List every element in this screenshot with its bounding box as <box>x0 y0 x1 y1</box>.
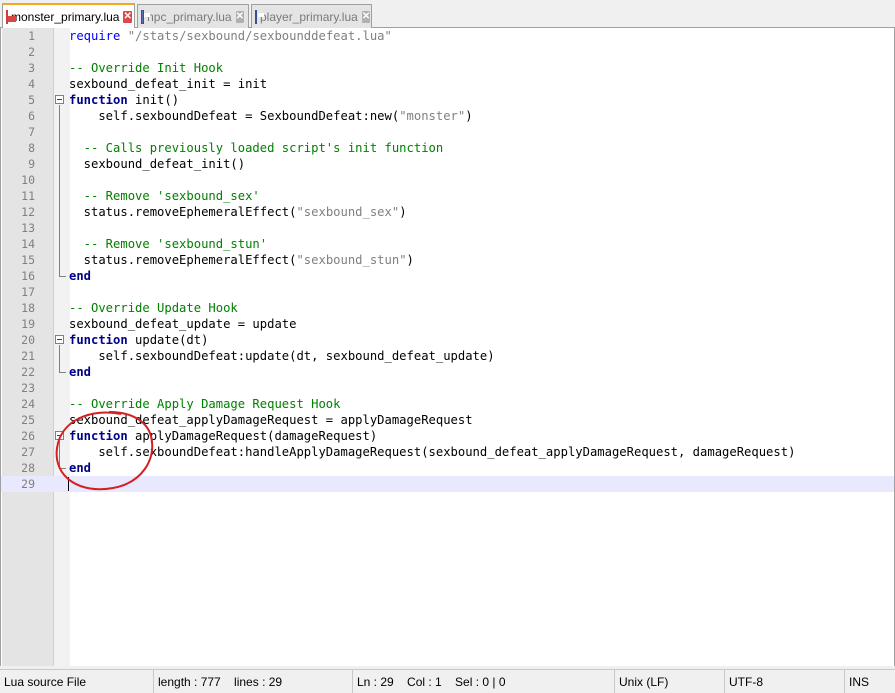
code-line: 23 <box>21 381 35 395</box>
fold-toggle-icon[interactable] <box>55 95 64 104</box>
code-line: 17 <box>21 285 35 299</box>
tab-label: npc_primary.lua <box>147 9 232 24</box>
code-line: 12 status.removeEphemeralEffect("sexboun… <box>21 205 407 219</box>
close-icon[interactable]: ✕ <box>123 11 132 23</box>
code-line: 20 function update(dt) <box>21 333 209 347</box>
lua-file-icon <box>6 10 16 24</box>
fold-guide-end <box>59 468 66 469</box>
code-line: 14 -- Remove 'sexbound_stun' <box>21 237 268 251</box>
code-line: 10 <box>21 173 35 187</box>
code-line: 22 end <box>21 365 92 379</box>
code-line: 28 end <box>21 461 92 475</box>
close-icon[interactable]: ✕ <box>361 10 371 23</box>
tab-label: player_primary.lua <box>260 9 358 24</box>
code-line: 19 sexbound_defeat_update = update <box>21 317 297 331</box>
insert-mode-indicator[interactable]: INS <box>844 670 895 693</box>
encoding-indicator[interactable]: UTF-8 <box>724 670 844 693</box>
text-caret <box>68 477 69 491</box>
status-bar: Lua source File length : 777 lines : 29 … <box>0 669 895 693</box>
code-line: 6 self.sexboundDefeat = SexboundDefeat:n… <box>28 109 473 123</box>
code-line: 18 -- Override Update Hook <box>21 301 238 315</box>
tab-npc-primary[interactable]: npc_primary.lua ✕ <box>137 4 249 28</box>
tab-player-primary[interactable]: player_primary.lua ✕ <box>251 4 372 28</box>
lua-file-icon <box>141 9 151 24</box>
code-line: 7 <box>28 125 35 139</box>
current-line: 29 <box>1 476 894 492</box>
code-line: 4 sexbound_defeat_init = init <box>28 77 268 91</box>
code-line: 24 -- Override Apply Damage Request Hook <box>21 397 341 411</box>
code-line: 5 function init() <box>28 93 180 107</box>
fold-guide <box>59 105 60 276</box>
fold-toggle-icon[interactable] <box>55 431 64 440</box>
tab-monster-primary[interactable]: monster_primary.lua ✕ <box>2 3 135 29</box>
code-line: 16 end <box>21 269 92 283</box>
code-line: 26 function applyDamageRequest(damageRequ… <box>21 429 378 443</box>
eol-indicator[interactable]: Unix (LF) <box>614 670 724 693</box>
fold-toggle-icon[interactable] <box>55 335 64 344</box>
code-line: 25 sexbound_defeat_applyDamageRequest = a… <box>21 413 473 427</box>
code-editor[interactable]: 1 require "/stats/sexbound/sexbounddefeat… <box>0 28 895 666</box>
fold-guide-end <box>59 276 66 277</box>
code-line: 9 sexbound_defeat_init() <box>28 157 246 171</box>
code-line: 11 -- Remove 'sexbound_sex' <box>21 189 260 203</box>
code-line: 15 status.removeEphemeralEffect("sexboun… <box>21 253 414 267</box>
code-line: 21 self.sexboundDefeat:update(dt, sexbou… <box>21 349 495 363</box>
code-line: 13 <box>21 221 35 235</box>
code-line: 8 -- Calls previously loaded script's in… <box>28 141 444 155</box>
code-line: 1 require "/stats/sexbound/sexbounddefeat… <box>28 29 392 43</box>
fold-guide-end <box>59 372 66 373</box>
fold-guide <box>59 441 60 468</box>
code-line: 27 self.sexboundDefeat:handleApplyDamage… <box>21 445 796 459</box>
language-indicator: Lua source File <box>4 675 87 689</box>
fold-guide <box>59 345 60 372</box>
tab-label: monster_primary.lua <box>11 10 120 24</box>
tab-bar: monster_primary.lua ✕ npc_primary.lua ✕ … <box>0 0 895 29</box>
cursor-position-indicator: Ln : 29 Col : 1 Sel : 0 | 0 <box>352 670 614 693</box>
code-line: 3 -- Override Init Hook <box>28 61 224 75</box>
code-line: 2 <box>28 45 35 59</box>
close-icon[interactable]: ✕ <box>235 10 244 23</box>
lua-file-icon <box>255 9 264 24</box>
length-lines-indicator: length : 777 lines : 29 <box>153 670 352 693</box>
